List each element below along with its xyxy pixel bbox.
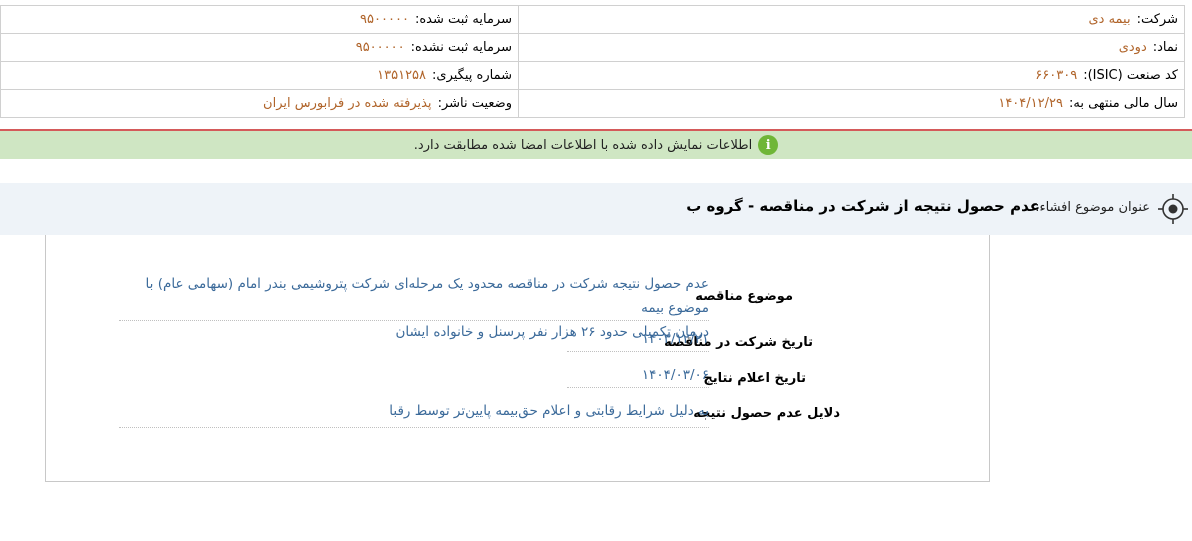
registered-capital-label: سرمایه ثبت شده: (414, 12, 512, 27)
isic-label: کد صنعت (ISIC): (1083, 68, 1178, 83)
header-row: سرمایه ثبت شده: ۹۵۰۰۰۰۰ شرکت: بیمه دی (0, 5, 1185, 34)
info-icon: i (758, 135, 779, 155)
publisher-status-label: وضعیت ناشر: (437, 96, 512, 111)
header-row: وضعیت ناشر:پذیرفته شده در فرابورس ایران … (0, 89, 1185, 118)
header-row: شماره پیگیری: ۱۳۵۱۲۵۸ کد صنعت (ISIC): ۶۶۰۳… (0, 61, 1185, 90)
results-date-row: تاریخ اعلام نتایج ۱۴۰۴/۰۳/۰۶ (46, 363, 989, 393)
subject-line-1: عدم حصول نتیجه شرکت در مناقصه محدود یک م… (145, 276, 709, 316)
results-date-value: ۱۴۰۴/۰۳/۰۶ (567, 363, 709, 388)
company-label: شرکت: (1136, 12, 1178, 27)
disclosure-title-label: عنوان موضوع افشاء: (1035, 200, 1150, 215)
header-info-table: سرمایه ثبت شده: ۹۵۰۰۰۰۰ شرکت: بیمه دی سرما… (0, 5, 1185, 118)
company-value: بیمه دی (1088, 12, 1131, 27)
notice-text: اطلاعات نمایش داده شده با اطلاعات امضا ش… (413, 137, 753, 153)
unregistered-capital-value: ۹۵۰۰۰۰۰ (355, 40, 405, 55)
subject-label: موضوع مناقصه (695, 289, 793, 304)
reasons-value: به دلیل شرایط رقابتی و اعلام حق‌بیمه پای… (119, 399, 709, 428)
participation-date-value: ۱۴۰۳/۱۲/۲۱ (567, 327, 709, 352)
tracking-value: ۱۳۵۱۲۵۸ (377, 68, 427, 83)
registered-capital-value: ۹۵۰۰۰۰۰ (360, 12, 409, 27)
disclosure-content: موضوع مناقصه عدم حصول نتیجه شرکت در مناق… (45, 235, 990, 482)
company-cell: شرکت: بیمه دی (518, 5, 1185, 34)
tracking-label: شماره پیگیری: (432, 68, 512, 83)
unregistered-capital-label: سرمایه ثبت نشده: (410, 40, 512, 55)
results-date-label: تاریخ اعلام نتایج (703, 371, 806, 386)
reasons-label: دلایل عدم حصول نتیجه (693, 406, 840, 421)
participation-date-row: تاریخ شرکت در مناقصه ۱۴۰۳/۱۲/۲۱ (46, 327, 989, 357)
disclosure-title-bar: عنوان موضوع افشاء: عدم حصول نتیجه از شرک… (0, 183, 1192, 235)
fiscal-year-value: ۱۴۰۴/۱۲/۲۹ (998, 96, 1063, 111)
target-icon (1158, 194, 1188, 224)
fiscal-year-cell: سال مالی منتهی به: ۱۴۰۴/۱۲/۲۹ (518, 89, 1185, 118)
subject-row: موضوع مناقصه عدم حصول نتیجه شرکت در مناق… (46, 272, 989, 340)
publisher-status-cell: وضعیت ناشر: پذیرفته شده در فرابورس ایران (0, 89, 519, 118)
registered-capital-cell: سرمایه ثبت شده: ۹۵۰۰۰۰۰ (0, 5, 519, 34)
reasons-row: دلایل عدم حصول نتیجه به دلیل شرایط رقابت… (46, 399, 989, 429)
verification-notice: i اطلاعات نمایش داده شده با اطلاعات امضا… (0, 129, 1192, 159)
subject-value: عدم حصول نتیجه شرکت در مناقصه محدود یک م… (119, 272, 709, 340)
isic-value: ۶۶۰۳۰۹ (1035, 68, 1078, 83)
header-row: سرمایه ثبت نشده: ۹۵۰۰۰۰۰ نماد: دودی (0, 33, 1185, 62)
page-title: عدم حصول نتیجه از شرکت در مناقصه - گروه … (686, 197, 1040, 215)
unregistered-capital-cell: سرمایه ثبت نشده: ۹۵۰۰۰۰۰ (0, 33, 519, 62)
publisher-status-value: پذیرفته شده در فرابورس ایران (263, 96, 432, 111)
fiscal-year-label: سال مالی منتهی به: (1068, 96, 1178, 111)
tracking-cell: شماره پیگیری: ۱۳۵۱۲۵۸ (0, 61, 519, 90)
symbol-label: نماد: (1152, 40, 1178, 55)
symbol-value[interactable]: دودی (1119, 40, 1147, 55)
symbol-cell: نماد: دودی (518, 33, 1185, 62)
isic-cell: کد صنعت (ISIC): ۶۶۰۳۰۹ (518, 61, 1185, 90)
